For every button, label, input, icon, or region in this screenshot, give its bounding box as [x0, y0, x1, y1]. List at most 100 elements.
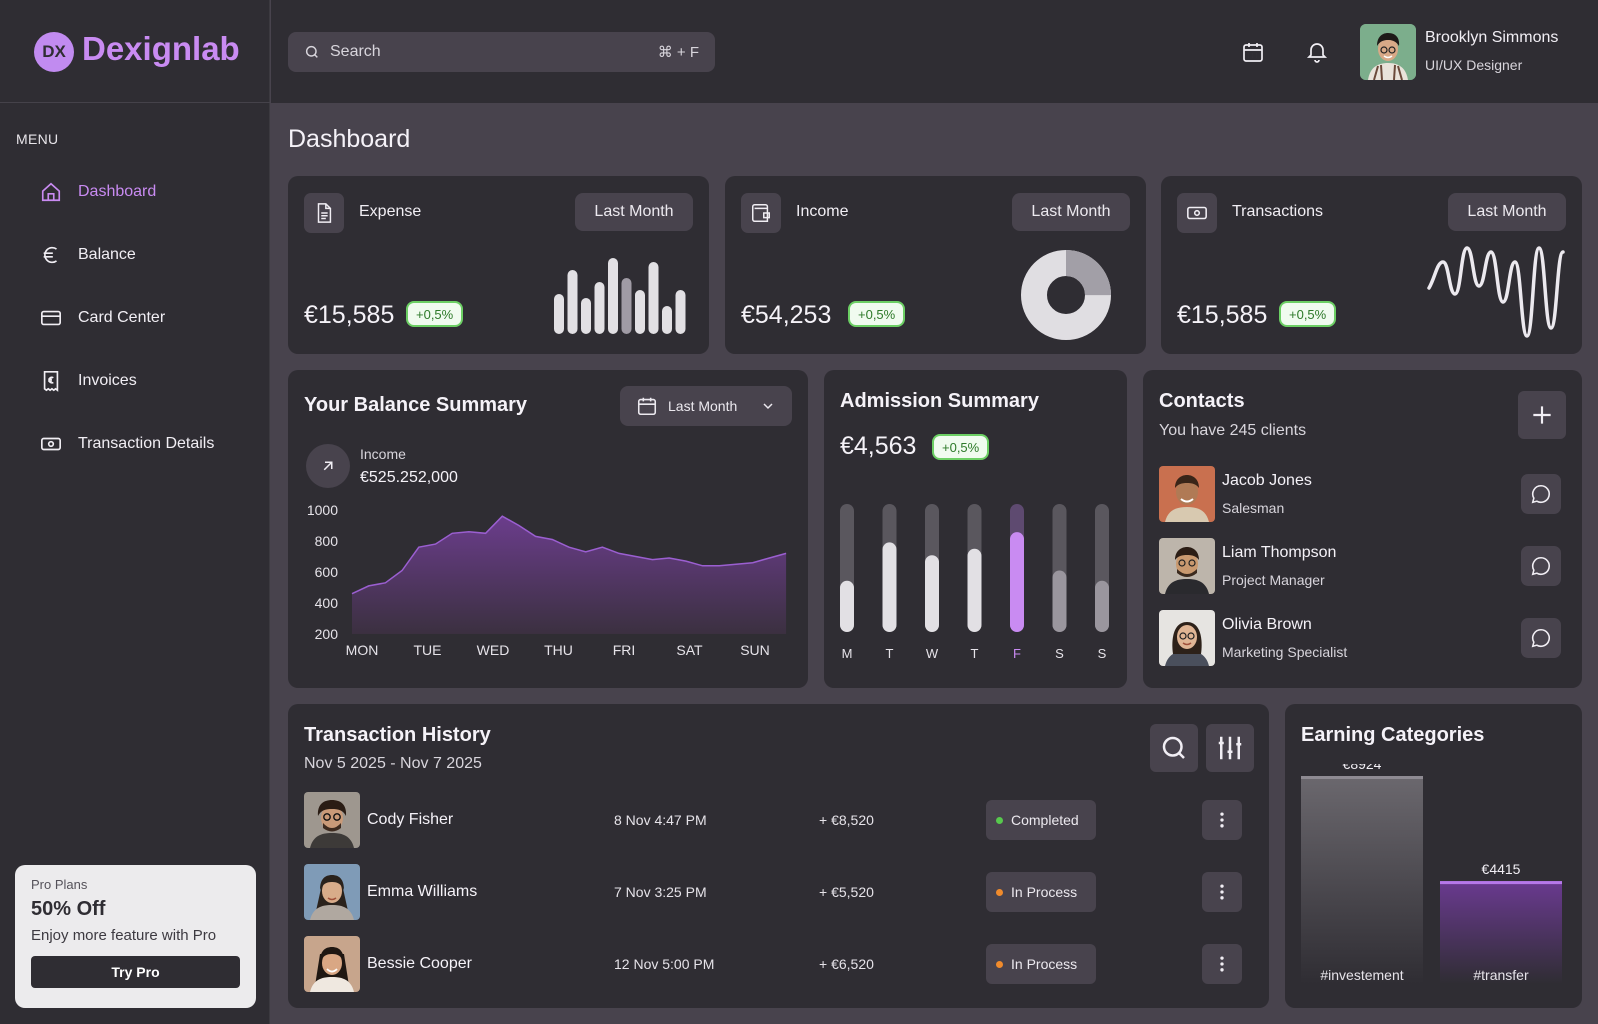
plus-icon — [1533, 406, 1551, 424]
y-tick-label: 200 — [315, 626, 339, 642]
search-transactions-button[interactable] — [1150, 724, 1198, 772]
filter-button[interactable] — [1206, 724, 1254, 772]
notification-button[interactable] — [1302, 36, 1332, 66]
row-menu-button[interactable] — [1202, 944, 1242, 984]
admission-day-label: M — [842, 646, 853, 661]
promo-description: Enjoy more feature with Pro — [31, 927, 217, 944]
search-icon — [1162, 736, 1185, 759]
logo-mark[interactable]: DX — [34, 32, 74, 72]
contact-avatar — [1159, 610, 1215, 666]
balance-area-chart: 200 400 600 800 1000 MON TUE WED THU FRI SAT SUN — [307, 502, 787, 658]
more-vertical-icon — [1220, 884, 1224, 900]
admission-bar — [925, 555, 939, 632]
expense-bar — [635, 290, 645, 334]
message-button[interactable] — [1521, 618, 1561, 658]
change-badge: +0,5% — [406, 301, 464, 327]
change-badge: +0,5% — [848, 301, 906, 327]
message-button[interactable] — [1521, 474, 1561, 514]
calendar-button[interactable] — [1238, 37, 1268, 67]
stat-card-expense: Expense Last Month €15,585 +0,5% — [288, 176, 709, 354]
area-fill — [352, 516, 787, 634]
sidebar-item-balance[interactable]: Balance — [40, 237, 260, 273]
period-label: Last Month — [668, 398, 738, 414]
try-pro-button[interactable]: Try Pro — [31, 956, 240, 988]
admission-bar — [1052, 570, 1067, 632]
contacts-subtitle: You have 245 clients — [1159, 422, 1307, 439]
brand-name[interactable]: Dexignlab — [82, 30, 240, 68]
admission-value: €4,563 — [840, 432, 917, 460]
contact-name: Liam Thompson — [1222, 544, 1337, 561]
x-tick-label: FRI — [613, 642, 636, 658]
table-row[interactable]: Bessie Cooper 12 Nov 5:00 PM + €6,520 In… — [304, 936, 1252, 992]
earning-categories-title: Earning Categories — [1301, 724, 1485, 746]
status-dot — [996, 960, 1003, 968]
logo-area: DX Dexignlab — [0, 0, 270, 103]
expense-mini-chart — [554, 258, 686, 334]
admission-day-label: T — [971, 646, 979, 661]
income-label: Income — [360, 446, 406, 462]
transaction-amount: + €8,520 — [819, 812, 874, 828]
bell-icon — [1306, 43, 1328, 63]
table-row[interactable]: Cody Fisher 8 Nov 4:47 PM + €8,520 Compl… — [304, 792, 1252, 848]
promo-card: Pro Plans 50% Off Enjoy more feature wit… — [15, 865, 256, 1008]
contact-role: Marketing Specialist — [1222, 644, 1348, 660]
transaction-date-range: Nov 5 2025 - Nov 7 2025 — [304, 755, 482, 772]
status-label: In Process — [1011, 956, 1078, 972]
user-name[interactable]: Brooklyn Simmons — [1425, 29, 1558, 47]
admission-bar — [840, 580, 854, 632]
contact-row[interactable]: Olivia Brown Marketing Specialist — [1159, 610, 1561, 666]
chat-bubble-icon — [1531, 484, 1550, 504]
earning-bar — [1301, 776, 1423, 984]
row-menu-button[interactable] — [1202, 872, 1242, 912]
contact-row[interactable]: Liam Thompson Project Manager — [1159, 538, 1561, 594]
table-row[interactable]: Emma Williams 7 Nov 3:25 PM + €5,520 In … — [304, 864, 1252, 920]
cash-icon — [41, 437, 61, 451]
sidebar-item-label: Balance — [78, 246, 136, 263]
sidebar-item-transaction-details[interactable]: Transaction Details — [40, 426, 260, 462]
sidebar: DX Dexignlab MENU Dashboard Balance Card… — [0, 0, 270, 1024]
y-tick-label: 800 — [315, 533, 339, 549]
search-bar[interactable]: Search ⌘ + F — [288, 32, 715, 72]
sidebar-item-label: Card Center — [78, 309, 166, 326]
earning-category-label: #transfer — [1473, 967, 1529, 983]
expense-bar — [662, 306, 672, 334]
contact-row[interactable]: Jacob Jones Salesman — [1159, 466, 1561, 522]
contacts-title: Contacts — [1159, 390, 1245, 412]
contact-role: Project Manager — [1222, 572, 1325, 588]
add-contact-button[interactable] — [1518, 391, 1566, 439]
more-vertical-icon — [1220, 956, 1224, 972]
y-tick-label: 400 — [315, 595, 339, 611]
admission-day-label: F — [1013, 646, 1021, 661]
x-tick-label: SAT — [676, 642, 703, 658]
transaction-name: Emma Williams — [367, 883, 478, 900]
user-avatar[interactable] — [1360, 24, 1416, 80]
expense-bar — [621, 278, 632, 334]
expense-bar — [567, 270, 578, 334]
stat-icon-box — [1177, 193, 1217, 233]
x-tick-label: THU — [544, 642, 573, 658]
stat-title: Transactions — [1232, 203, 1323, 220]
period-select[interactable]: Last Month — [1012, 193, 1130, 231]
balance-summary-card: Your Balance Summary Last Month Income €… — [288, 370, 808, 688]
stat-title: Expense — [359, 203, 422, 220]
status-badge: In Process — [986, 944, 1096, 984]
income-donut-chart — [1021, 250, 1111, 340]
transaction-amount: + €5,520 — [819, 884, 874, 900]
period-dropdown[interactable]: Last Month — [620, 386, 792, 426]
contact-name: Olivia Brown — [1222, 616, 1312, 633]
stat-icon-box — [741, 193, 781, 233]
transaction-name: Bessie Cooper — [367, 955, 472, 972]
row-menu-button[interactable] — [1202, 800, 1242, 840]
status-badge: In Process — [986, 872, 1096, 912]
admission-day-label: W — [926, 646, 939, 661]
search-input[interactable]: Search — [330, 43, 381, 61]
stat-card-income: Income Last Month €54,253 +0,5% — [725, 176, 1146, 354]
period-select[interactable]: Last Month — [1448, 193, 1566, 231]
sidebar-item-invoices[interactable]: Invoices — [40, 363, 260, 399]
sidebar-item-dashboard[interactable]: Dashboard — [40, 174, 260, 210]
period-select[interactable]: Last Month — [575, 193, 693, 231]
message-button[interactable] — [1521, 546, 1561, 586]
page-title: Dashboard — [288, 125, 411, 153]
sidebar-item-card-center[interactable]: Card Center — [40, 300, 260, 336]
status-label: In Process — [1011, 884, 1078, 900]
